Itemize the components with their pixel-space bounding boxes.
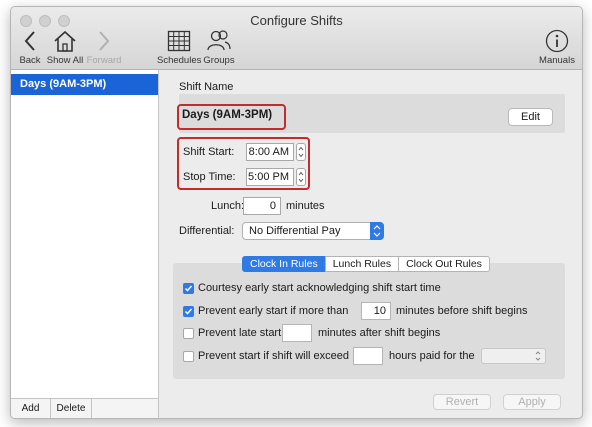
schedule-grid-icon [167, 30, 191, 52]
exceed-hours-input[interactable] [353, 347, 383, 365]
shift-start-stepper[interactable] [296, 143, 306, 161]
apply-button[interactable]: Apply [503, 394, 561, 410]
tab-lunch-rules[interactable]: Lunch Rules [324, 256, 400, 272]
prevent-early-start-checkbox[interactable] [183, 306, 194, 317]
shift-detail-pane: Shift Name Days (9AM-3PM) Edit Shift Sta… [159, 70, 582, 418]
checkmark-icon [184, 308, 193, 315]
forward-button[interactable]: Forward [85, 29, 123, 66]
lunch-label: Lunch: [211, 200, 245, 212]
edit-shift-name-button[interactable]: Edit [508, 108, 553, 126]
title-bar: Configure Shifts Back Show All Forward S… [11, 7, 582, 70]
shift-start-input[interactable]: 8:00 AM [246, 143, 294, 161]
groups-label: Groups [203, 55, 235, 66]
courtesy-early-start-label: Courtesy early start acknowledging shift… [198, 282, 441, 294]
manuals-button[interactable]: Manuals [538, 29, 576, 66]
revert-button[interactable]: Revert [433, 394, 491, 410]
select-arrows-icon [370, 222, 384, 240]
groups-button[interactable]: Groups [203, 29, 235, 66]
configure-shifts-window: Configure Shifts Back Show All Forward S… [10, 6, 583, 419]
schedules-label: Schedules [157, 55, 202, 66]
lunch-minutes-input[interactable]: 0 [243, 197, 281, 215]
forward-label: Forward [86, 55, 122, 66]
prevent-late-start-label: Prevent late start [198, 327, 282, 339]
differential-select[interactable]: No Differential Pay [242, 222, 384, 240]
shift-name-heading: Shift Name [179, 81, 234, 93]
prevent-late-start-checkbox[interactable] [183, 328, 194, 339]
group-people-icon [207, 30, 231, 51]
schedules-button[interactable]: Schedules [157, 29, 201, 66]
shift-name-value: Days (9AM-3PM) [182, 109, 273, 121]
lunch-unit-label: minutes [286, 200, 325, 212]
prevent-early-start-label: Prevent early start if more than [198, 305, 349, 317]
home-icon [54, 30, 76, 52]
period-select[interactable] [481, 348, 546, 364]
early-start-minutes-input[interactable]: 10 [361, 302, 391, 320]
tab-clock-out-rules[interactable]: Clock Out Rules [398, 256, 490, 272]
stop-time-label: Stop Time: [183, 171, 236, 183]
stepper-arrows-icon [298, 146, 304, 158]
early-start-suffix-label: minutes before shift begins [396, 305, 528, 317]
forward-arrow-icon [99, 31, 110, 51]
show-all-button[interactable]: Show All [45, 29, 85, 66]
differential-value: No Differential Pay [249, 225, 341, 237]
late-start-suffix-label: minutes after shift begins [318, 327, 441, 339]
stepper-arrows-icon [298, 171, 304, 183]
back-button[interactable]: Back [15, 29, 45, 66]
tab-clock-in-rules[interactable]: Clock In Rules [242, 256, 326, 272]
show-all-label: Show All [46, 55, 84, 66]
sidebar-item-days-shift[interactable]: Days (9AM-3PM) [11, 74, 158, 95]
differential-label: Differential: [179, 225, 235, 237]
rules-tab-bar: Clock In Rules Lunch Rules Clock Out Rul… [242, 256, 490, 272]
delete-shift-button[interactable]: Delete [51, 399, 92, 418]
info-icon [545, 29, 569, 53]
prevent-exceed-label: Prevent start if shift will exceed [198, 350, 350, 362]
back-label: Back [19, 55, 41, 66]
late-start-minutes-input[interactable] [282, 324, 312, 342]
stop-time-stepper[interactable] [296, 168, 306, 186]
select-arrows-icon [535, 351, 541, 361]
window-title: Configure Shifts [250, 13, 343, 28]
add-shift-button[interactable]: Add [11, 399, 51, 418]
courtesy-early-start-checkbox[interactable] [183, 283, 194, 294]
sidebar-footer: Add Delete [11, 398, 158, 418]
shift-list-sidebar: Days (9AM-3PM) Add Delete [11, 70, 159, 418]
checkmark-icon [184, 285, 193, 292]
stop-time-input[interactable]: 5:00 PM [246, 168, 294, 186]
back-arrow-icon [24, 31, 35, 51]
manuals-label: Manuals [539, 55, 575, 66]
shift-start-label: Shift Start: [183, 146, 235, 158]
prevent-exceed-checkbox[interactable] [183, 351, 194, 362]
exceed-suffix-label: hours paid for the [389, 350, 475, 362]
